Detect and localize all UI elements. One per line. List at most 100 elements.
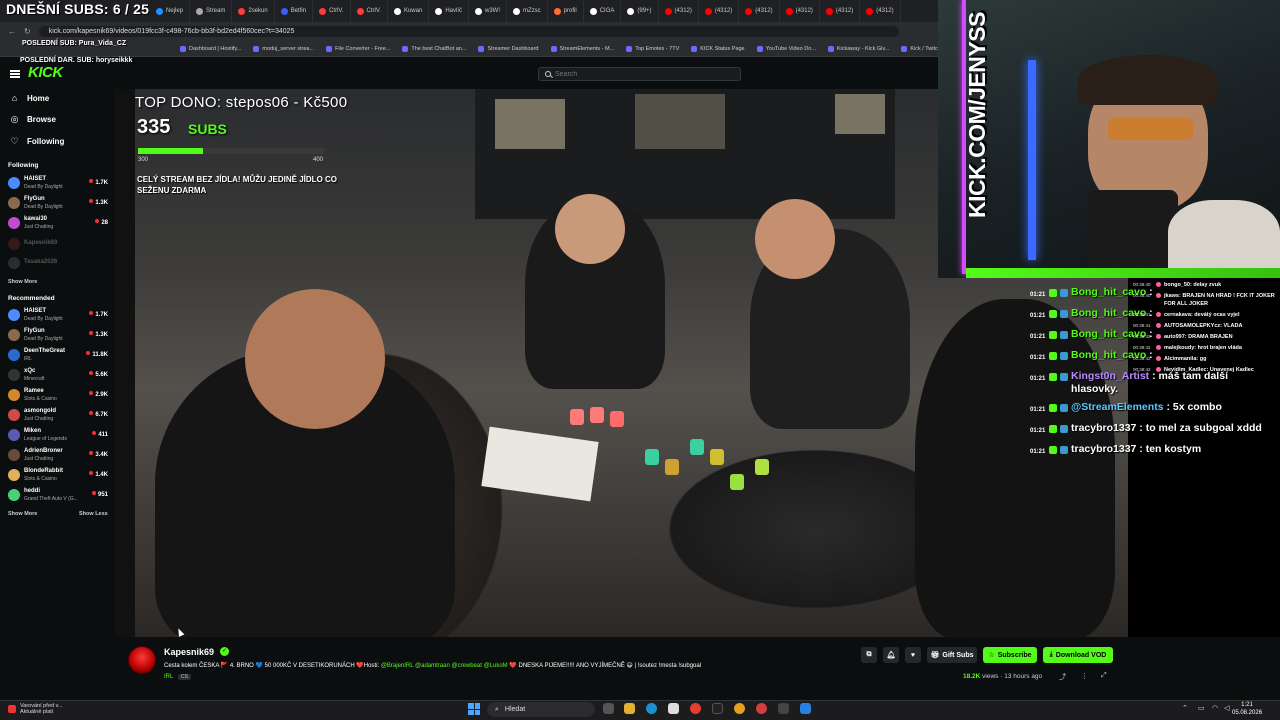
more-options-icon[interactable]: ⋮ [1081,672,1088,680]
bookmark-item[interactable]: The best ChatBot an... [402,45,466,52]
stream-title: Cesta kolem ČESKA 🚩 4. BRNO 💙 50 000KČ V… [164,663,702,669]
browser-tab[interactable]: profil [548,0,584,22]
bookmark-item[interactable]: StreamElements - M... [550,45,614,52]
bookmark-item[interactable]: Streamer Dashboard [478,45,539,52]
browser-tab[interactable]: 2sekun [232,0,275,22]
store-icon[interactable] [668,703,679,714]
taskbar-clock[interactable]: 1:21 05.08.2026 [1232,701,1262,717]
network-icon[interactable]: ▭ [1198,704,1205,712]
sidebar-channel[interactable]: FlyGun Dead By Daylight 1.3K [8,326,110,344]
streamer-name[interactable]: Kapesnik69 [164,647,214,657]
sidebar-channel[interactable]: FlyGun Dead By Daylight 1.3K [8,194,110,212]
chrome-icon[interactable] [690,703,701,714]
chrome-canary-icon[interactable] [734,703,745,714]
chat-text: @StreamElements : 5x combo [1071,401,1222,413]
bookmark-item[interactable]: Top Emotes - 7TV [626,45,679,52]
gift-subs-button[interactable]: 🎁︎ Gift Subs [927,647,977,663]
bookmark-item[interactable]: KICK Status Page [691,45,745,52]
follow-button[interactable]: ♥ [905,647,921,663]
channel-category: Just Chatting [24,224,54,230]
streamer-avatar[interactable] [128,646,156,674]
tab-favicon-icon [589,7,597,15]
stream-category[interactable]: IRL [164,674,173,680]
kick-logo[interactable]: KICK [28,64,63,81]
chat-timestamp: 01:21 [1030,313,1046,319]
browser-tab[interactable]: CIGA [584,0,622,22]
url-field[interactable]: kick.com/kapesnik69/videos/019fcc3f-c498… [38,26,899,37]
bookmark-item[interactable]: YouTube Video Do... [756,45,816,52]
show-less-recommended[interactable]: Show Less [79,511,108,517]
browser-tab[interactable]: (4312) [659,0,699,22]
sidebar-channel[interactable]: Miken League of Legends 411 [8,426,110,444]
notepad-icon[interactable] [800,703,811,714]
browser-tab[interactable]: Nejlep [150,0,191,22]
subscribe-button[interactable]: ☆ Subscribe [983,647,1037,663]
show-more-recommended[interactable]: Show More [8,511,37,517]
avatar [8,309,20,321]
sidebar-channel[interactable]: Tasaka2026 [8,254,110,272]
wifi-icon[interactable]: ◠ [1212,704,1218,712]
hamburger-menu-icon[interactable] [10,70,20,78]
clip-button[interactable]: ⧉ [861,647,877,663]
sidebar-channel[interactable]: DeenTheGreat IRL 11.8K [8,346,110,364]
browser-tab[interactable]: (4312) [780,0,820,22]
browser-tab[interactable]: Kuwan [388,0,430,22]
browser-tab[interactable]: (4312) [820,0,861,22]
search-box[interactable] [538,67,741,81]
browser-tab[interactable]: CtrlV. [313,0,351,22]
edge-icon[interactable] [646,703,657,714]
browser-tab[interactable]: (4312) [860,0,901,22]
bookmark-item[interactable]: Kickaway - Kick Giv... [827,45,889,52]
share-icon[interactable]: ⤴ [1059,672,1066,682]
task-view-icon[interactable] [603,703,614,714]
theater-mode-icon[interactable]: ⤢ [1101,672,1107,680]
browser-tab[interactable]: (4312) [699,0,740,22]
sidebar-channel[interactable]: AdrienBroner Just Chatting 3.4K [8,446,110,464]
browser-tab[interactable]: CtrlV. [351,0,388,22]
search-input[interactable] [555,70,735,78]
sidebar-channel[interactable]: Ramee Slots & Casino 2.9K [8,386,110,404]
windows-start-icon[interactable] [468,703,480,715]
browser-tab[interactable]: Stream [190,0,233,22]
chat-username: tracybro1337 [1071,422,1137,434]
browser-tab[interactable]: w3W! [469,0,507,22]
viewer-count: 1.3K [89,199,108,206]
browser-tab[interactable]: Havlíč [429,0,469,22]
sidebar-channel[interactable]: HAISET Dead By Daylight 1.7K [8,306,110,324]
sidebar-channel[interactable]: Kapesnik69 [8,235,110,253]
bookmark-item[interactable]: moduj_server strea... [253,45,314,52]
browser-tab[interactable]: (99+) [621,0,659,22]
tab-favicon-icon [156,7,163,15]
nav-browse[interactable]: ◎ Browse [10,115,56,125]
download-vod-button[interactable]: ⤓ Download VOD [1043,647,1113,663]
reload-icon[interactable]: ↻ [24,27,31,36]
opera-icon[interactable] [756,703,767,714]
sidebar-channel[interactable]: kawai30 Just Chatting 28 [8,214,110,232]
show-more-following[interactable]: Show More [8,279,37,285]
terminal-icon[interactable] [712,703,723,714]
overlay-top-donor: TOP DONO: stepos06 - Kč500 [135,94,348,111]
user-badge-icon [1156,312,1161,317]
nav-home[interactable]: ⌂ Home [10,94,49,104]
sidebar-channel[interactable]: xQc Minecraft 5.6K [8,366,110,384]
bookmark-item[interactable]: File Converter - Free... [326,45,390,52]
obs-icon[interactable] [778,703,789,714]
browser-tab[interactable]: Betfin [275,0,314,22]
browser-tab[interactable]: mZzsc [507,0,548,22]
sidebar-channel[interactable]: heddi Grand Theft Auto V (G... 951 [8,486,110,504]
browser-tab[interactable]: (4312) [739,0,780,22]
bookmark-item[interactable]: Dashboard | Hostify... [180,45,241,52]
taskbar-search[interactable]: ⌕ Hledat [487,702,595,717]
volume-icon[interactable]: ◁ [1224,704,1229,712]
notification-button[interactable]: 🔔︎ [883,647,899,663]
file-explorer-icon[interactable] [624,703,635,714]
viewer-count: 951 [92,491,108,498]
weather-widget[interactable]: Varování před v... Aktuálně platí [8,703,63,715]
back-icon[interactable]: ← [8,27,16,36]
tab-favicon-icon [513,7,520,15]
nav-following[interactable]: ♡ Following [10,137,64,147]
sidebar-channel[interactable]: BlondeRabbit Slots & Casino 1.4K [8,466,110,484]
tray-chevron-icon[interactable]: ⌃ [1182,704,1188,712]
sidebar-channel[interactable]: asmongold Just Chatting 6.7K [8,406,110,424]
sidebar-channel[interactable]: HAISET Dead By Daylight 1.7K [8,174,110,192]
